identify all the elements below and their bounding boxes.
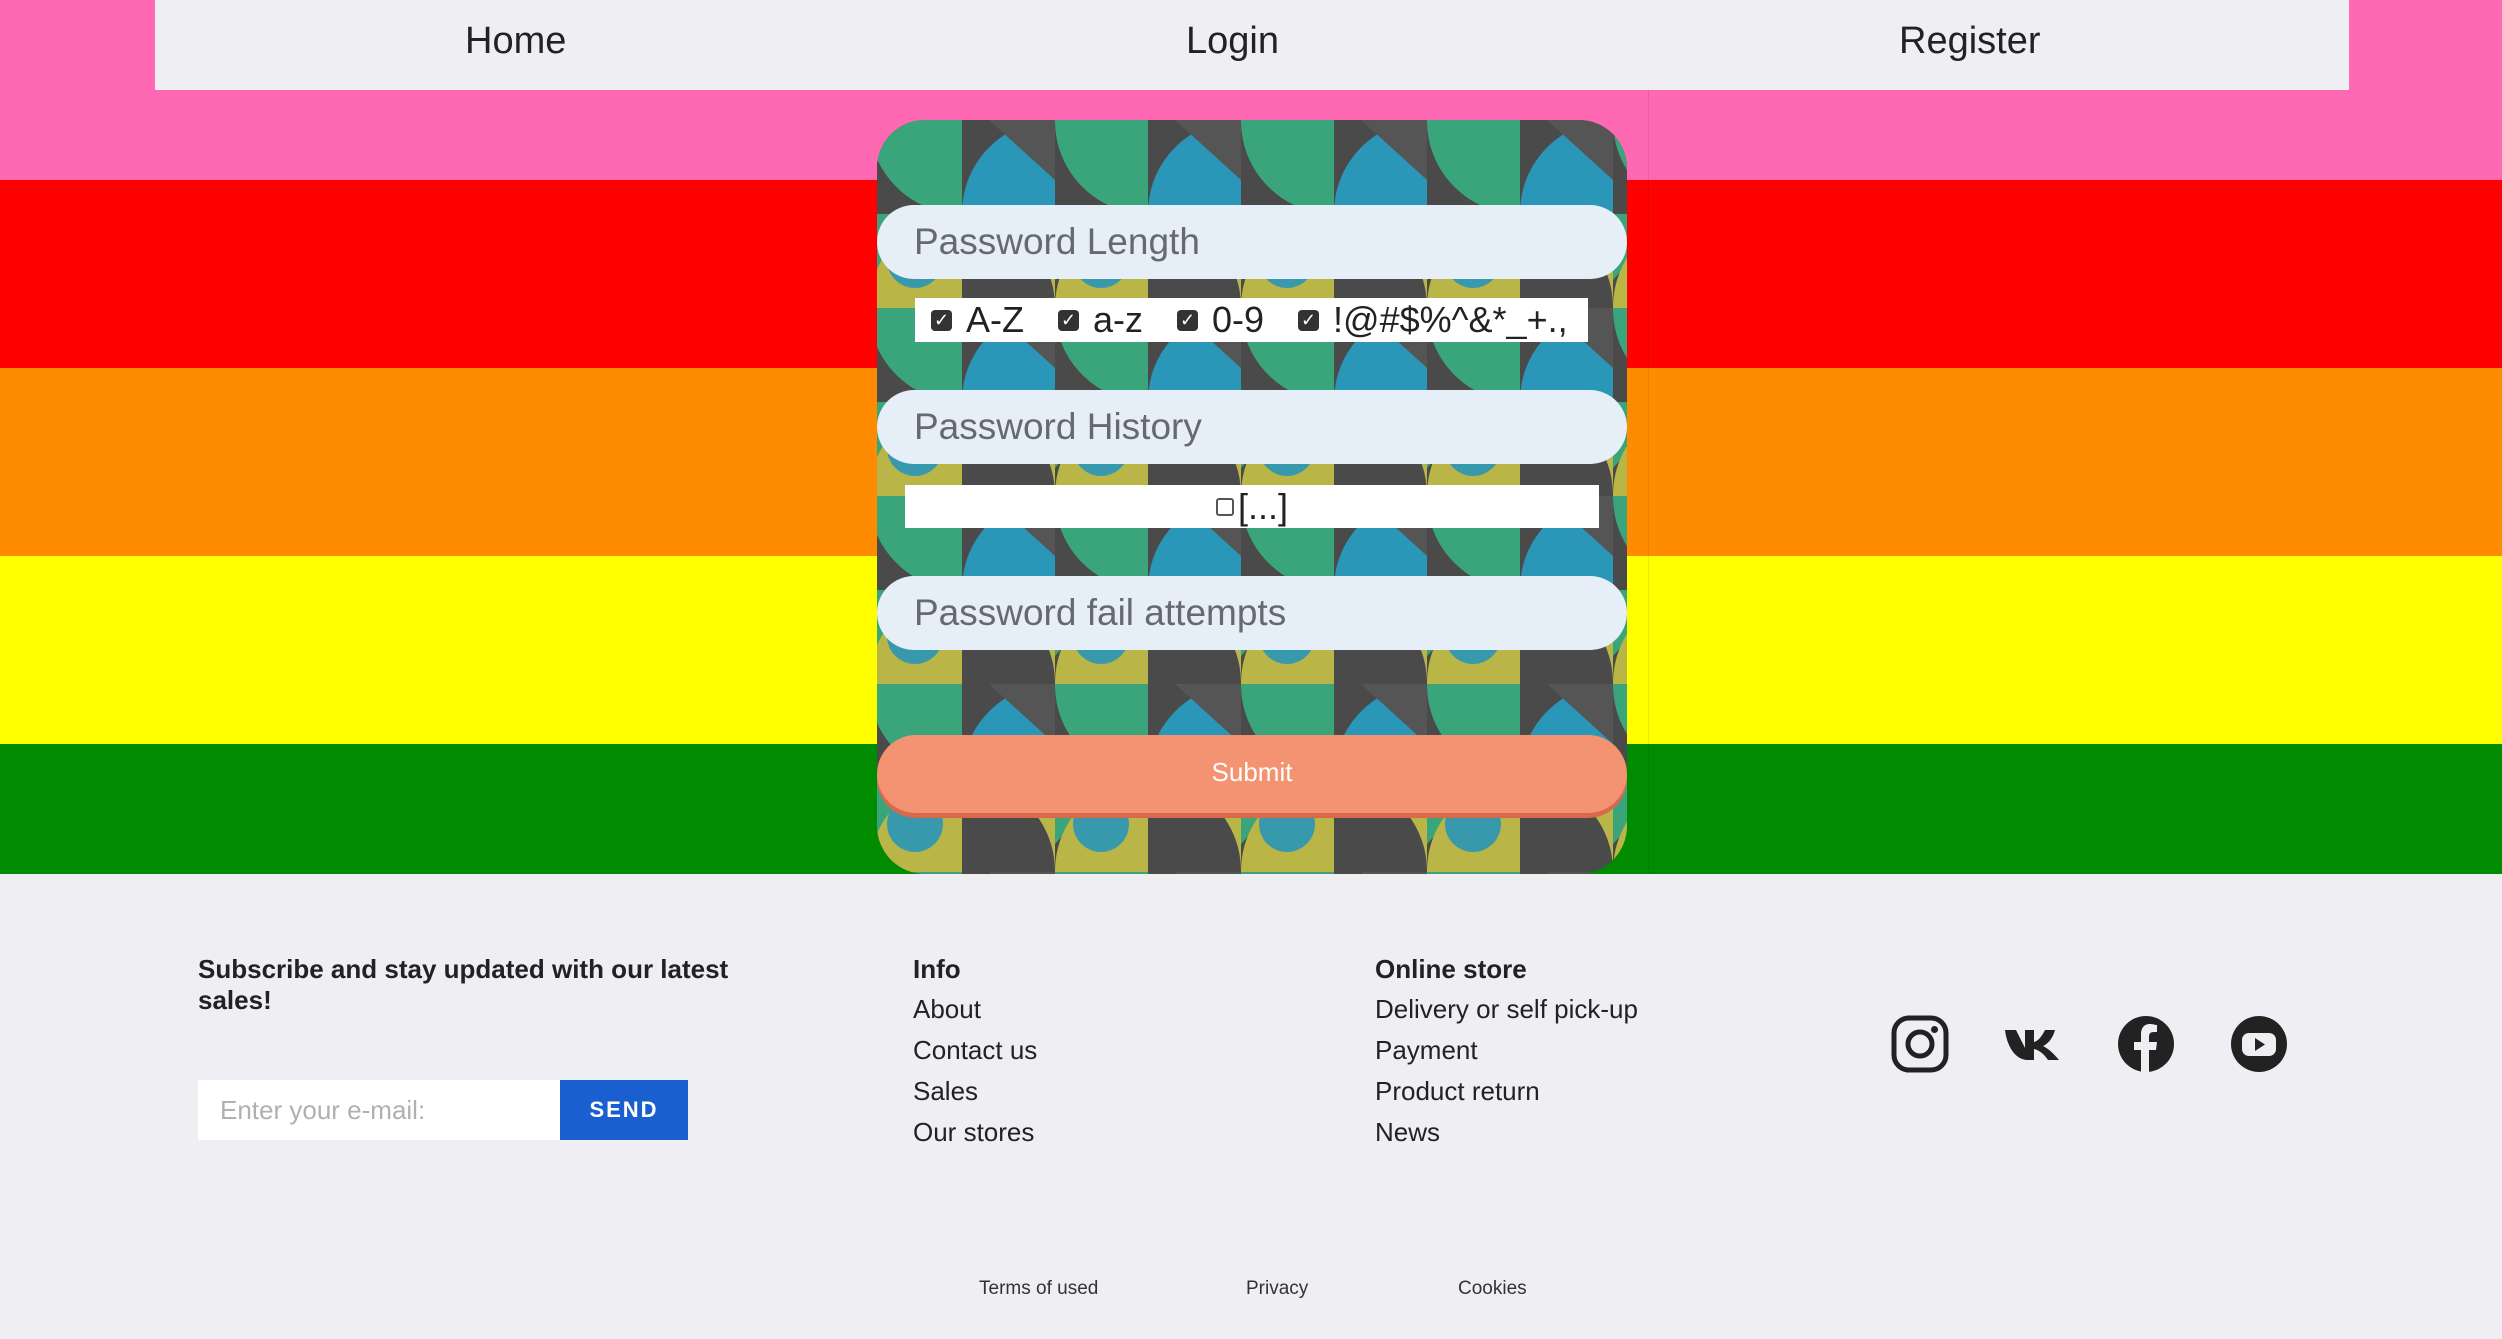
charset-symbols-checkbox[interactable]: ✓ !@#$%^&*_+., — [1298, 299, 1586, 341]
terms-link[interactable]: Terms of used — [979, 1278, 1098, 1300]
history-toggle-label: [...] — [1237, 485, 1288, 527]
divider-line — [1648, 90, 1649, 874]
charset-digits-checkbox[interactable]: ✓ 0-9 — [1177, 299, 1282, 341]
checkmark-icon: ✓ — [931, 309, 952, 331]
footer-link-payment[interactable]: Payment — [1375, 1030, 1638, 1071]
footer-link-contact[interactable]: Contact us — [913, 1030, 1037, 1071]
charset-lowercase-checkbox[interactable]: ✓ a-z — [1058, 299, 1161, 341]
cookies-link[interactable]: Cookies — [1458, 1278, 1527, 1300]
password-policy-form: ✓A-Z ✓a-z ✓0-9 ✓!@#$%^&*_+., [...] Submi… — [877, 120, 1627, 874]
store-column: Online store Delivery or self pick-up Pa… — [1375, 954, 1638, 1153]
facebook-icon[interactable] — [2116, 1014, 2176, 1074]
privacy-link[interactable]: Privacy — [1246, 1278, 1308, 1300]
nav-home-link[interactable]: Home — [465, 0, 566, 90]
footer-link-return[interactable]: Product return — [1375, 1071, 1638, 1112]
info-column: Info About Contact us Sales Our stores — [913, 954, 1037, 1153]
password-fail-attempts-input[interactable] — [877, 576, 1627, 650]
footer-link-about[interactable]: About — [913, 989, 1037, 1030]
youtube-icon[interactable] — [2229, 1014, 2289, 1074]
nav-login-link[interactable]: Login — [1186, 0, 1279, 90]
top-nav: Home Login Register — [155, 0, 2349, 90]
password-history-input[interactable] — [877, 390, 1627, 464]
footer: Subscribe and stay updated with our late… — [0, 874, 2502, 1339]
checkmark-icon: ✓ — [1058, 309, 1079, 331]
submit-button[interactable]: Submit — [877, 735, 1627, 813]
history-checkbox[interactable] — [1215, 497, 1234, 516]
history-toggle[interactable]: [...] — [905, 485, 1599, 528]
checkmark-icon: ✓ — [1298, 309, 1320, 331]
send-button[interactable]: SEND — [560, 1080, 688, 1140]
footer-link-sales[interactable]: Sales — [913, 1071, 1037, 1112]
store-title: Online store — [1375, 954, 1527, 984]
nav-register-link[interactable]: Register — [1899, 0, 2041, 90]
instagram-icon[interactable] — [1890, 1014, 1950, 1074]
info-title: Info — [913, 954, 961, 984]
subscribe-title: Subscribe and stay updated with our late… — [198, 954, 729, 1015]
vk-icon[interactable] — [2003, 1014, 2063, 1074]
charset-uppercase-checkbox[interactable]: ✓ A-Z — [931, 299, 1042, 341]
email-field[interactable] — [198, 1080, 560, 1140]
footer-link-stores[interactable]: Our stores — [913, 1112, 1037, 1153]
charset-checkbox-group: ✓ A-Z ✓ a-z ✓ 0-9 ✓ !@#$%^&*_+., — [915, 298, 1588, 342]
footer-link-news[interactable]: News — [1375, 1112, 1638, 1153]
password-length-input[interactable] — [877, 205, 1627, 279]
footer-link-delivery[interactable]: Delivery or self pick-up — [1375, 989, 1638, 1030]
checkmark-icon: ✓ — [1177, 309, 1199, 331]
